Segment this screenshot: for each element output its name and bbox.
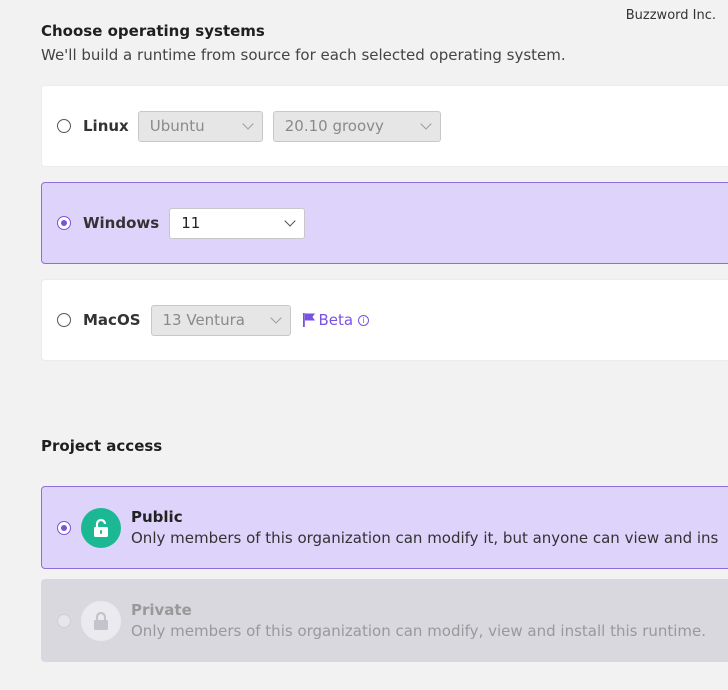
lock-icon — [81, 600, 121, 641]
access-option-public[interactable]: Public Only members of this organization… — [41, 486, 728, 569]
private-radio[interactable] — [57, 613, 71, 628]
public-radio[interactable] — [57, 520, 71, 535]
os-section-title: Choose operating systems — [41, 22, 265, 40]
access-title-private: Private — [131, 601, 192, 619]
os-label-macos: MacOS — [83, 311, 141, 329]
windows-version-value: 11 — [181, 214, 201, 232]
linux-distro-value: Ubuntu — [149, 117, 205, 135]
os-label-windows: Windows — [83, 214, 160, 232]
beta-label: Beta — [318, 311, 354, 329]
access-title-public: Public — [131, 508, 183, 526]
watermark: Buzzword Inc. — [625, 8, 716, 23]
chevron-down-icon — [284, 215, 296, 227]
unlocked-lock-icon — [81, 507, 121, 548]
flag-icon — [302, 313, 315, 327]
windows-radio[interactable] — [57, 216, 71, 230]
os-option-windows[interactable]: Windows 11 — [41, 182, 728, 264]
access-section-title: Project access — [41, 437, 163, 455]
linux-version-select[interactable]: 20.10 groovy — [272, 110, 441, 142]
os-label-linux: Linux — [83, 117, 129, 135]
beta-badge: Beta i — [302, 311, 370, 329]
windows-version-select[interactable]: 11 — [169, 207, 306, 239]
chevron-down-icon — [242, 118, 254, 130]
os-option-macos[interactable]: MacOS 13 Ventura Beta i — [41, 279, 728, 361]
access-desc-private: Only members of this organization can mo… — [131, 622, 707, 640]
os-option-linux[interactable]: Linux Ubuntu 20.10 groovy — [41, 85, 728, 167]
os-section-subtitle: We'll build a runtime from source for ea… — [41, 46, 566, 64]
access-option-private[interactable]: Private Only members of this organizatio… — [41, 579, 728, 662]
macos-version-value: 13 Ventura — [162, 311, 245, 329]
macos-version-select[interactable]: 13 Ventura — [150, 304, 291, 336]
access-desc-public: Only members of this organization can mo… — [131, 529, 719, 547]
info-icon[interactable]: i — [358, 314, 370, 326]
linux-radio[interactable] — [57, 119, 71, 133]
chevron-down-icon — [420, 118, 432, 130]
linux-distro-select[interactable]: Ubuntu — [137, 110, 263, 142]
chevron-down-icon — [269, 312, 282, 324]
linux-version-value: 20.10 groovy — [284, 117, 384, 135]
macos-radio[interactable] — [57, 313, 71, 327]
